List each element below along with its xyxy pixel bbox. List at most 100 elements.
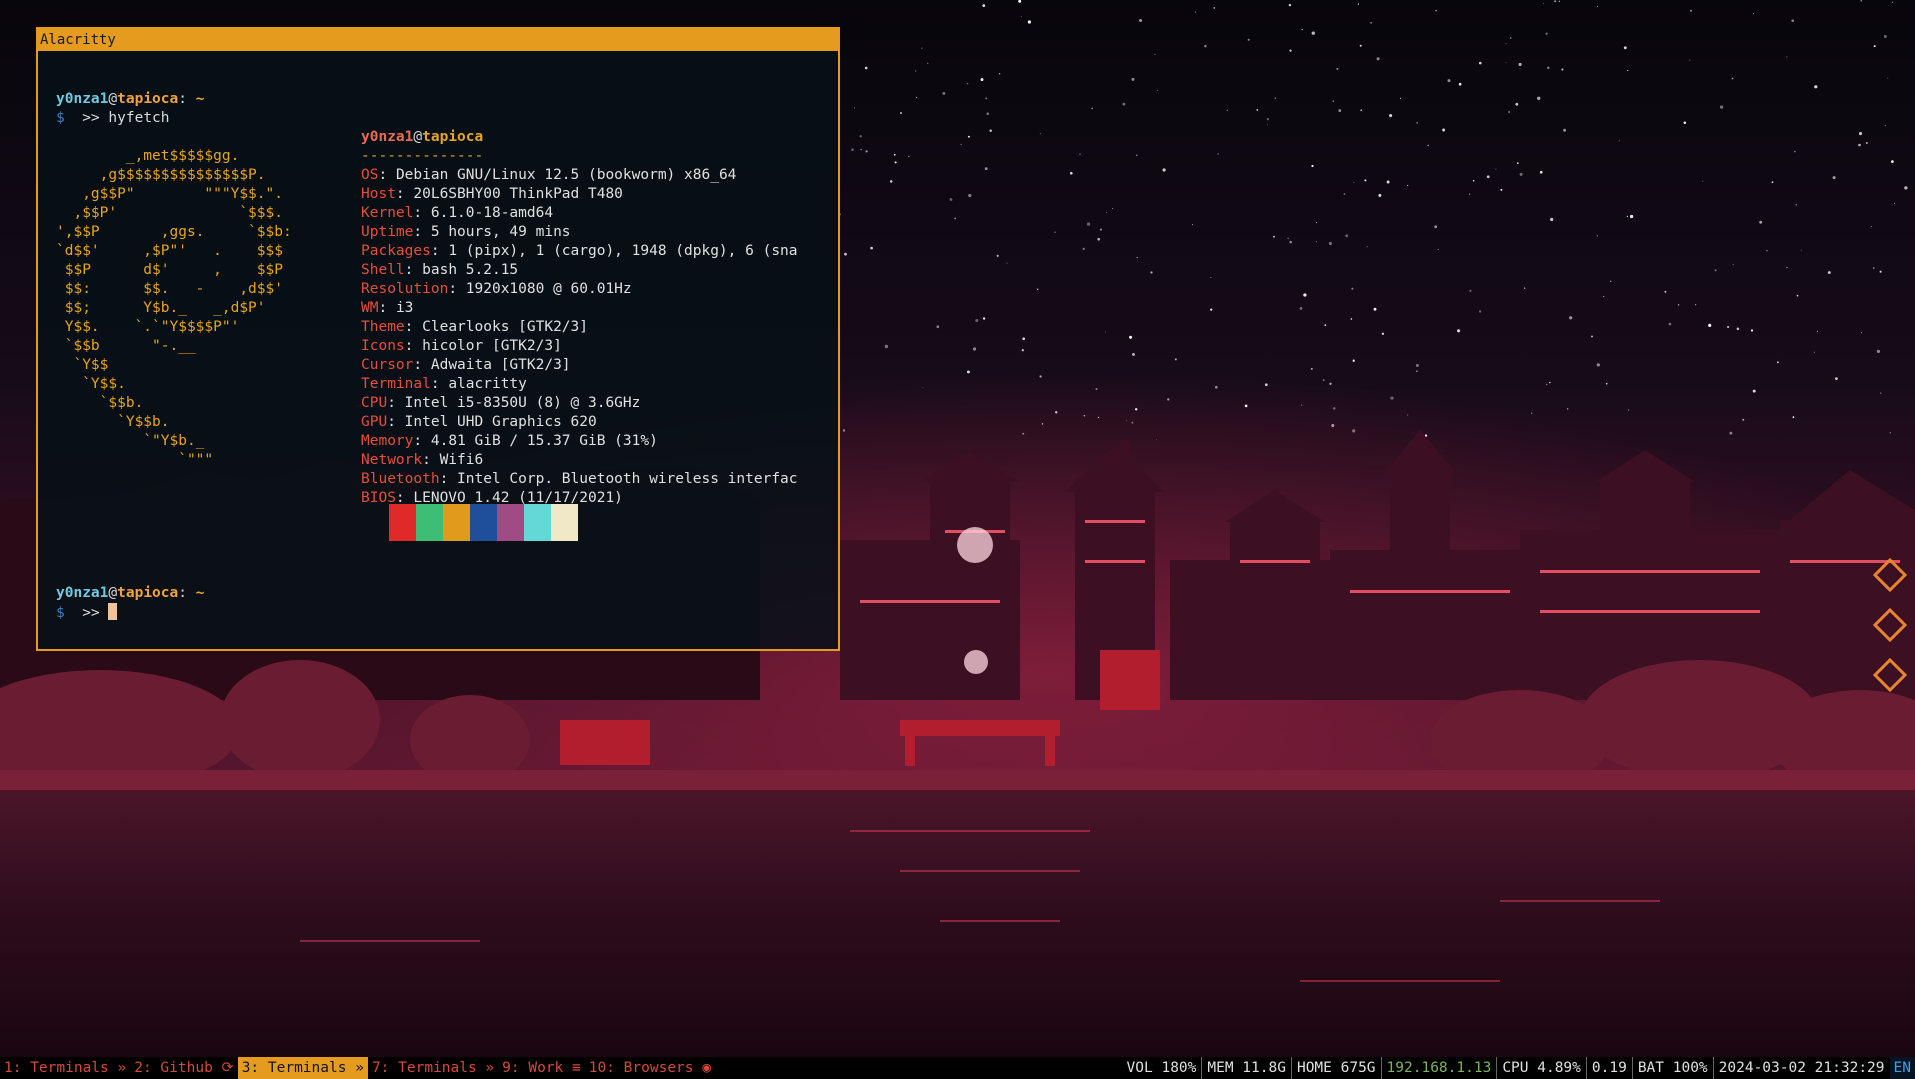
info-value: Clearlooks [GTK2/3] <box>422 319 588 335</box>
info-row: Bluetooth: Intel Corp. Bluetooth wireles… <box>361 470 798 489</box>
workspace-label: 9: Work <box>502 1060 564 1076</box>
prompt-host: tapioca <box>117 585 179 601</box>
info-value: Intel i5-8350U (8) @ 3.6GHz <box>404 395 641 411</box>
prompt-host: tapioca <box>117 91 179 107</box>
logo-line: ,g$$$$$$$$$$$$$$$P. <box>56 167 266 183</box>
logo-line: Y$$. `.`"Y$$$$P"' <box>56 319 240 335</box>
workspace-icon: ◉ <box>693 1060 711 1076</box>
info-value: i3 <box>395 300 414 316</box>
workspace-label: 2: Github <box>134 1060 213 1076</box>
cpu-status: CPU 4.89% <box>1497 1057 1587 1079</box>
workspace-button[interactable]: 1: Terminals » <box>0 1057 130 1079</box>
color-swatch <box>389 504 416 541</box>
prompt-line-2: y0nza1@tapioca: ~ <box>56 584 204 603</box>
volume-status[interactable]: VOL 180% <box>1122 1057 1203 1079</box>
info-value: alacritty <box>448 376 527 392</box>
workspace-label: 3: Terminals <box>241 1060 347 1076</box>
color-swatch <box>470 504 497 541</box>
info-colon: : <box>413 224 431 240</box>
logo-line: `""" <box>56 452 214 468</box>
prompt-colon: : <box>178 91 187 107</box>
logo-line: `$$b "-.__ <box>56 338 196 354</box>
info-row: Theme: Clearlooks [GTK2/3] <box>361 318 588 337</box>
workspace-icon: » <box>346 1060 364 1076</box>
info-value: Intel Corp. Bluetooth wireless interfac <box>457 471 798 487</box>
workspace-label: 1: Terminals <box>4 1060 109 1076</box>
info-key: Cursor <box>361 357 414 373</box>
color-swatch <box>416 504 443 541</box>
prompt-at: @ <box>108 585 118 601</box>
logo-line: ',$$P ,ggs. `$$b: <box>56 224 292 240</box>
info-key: Resolution <box>361 281 449 297</box>
workspace-icon: » <box>108 1060 127 1076</box>
info-value: 5 hours, 49 mins <box>430 224 571 240</box>
info-value: Debian GNU/Linux 12.5 (bookworm) x86_64 <box>395 167 737 183</box>
info-colon: : <box>448 281 466 297</box>
prompt-dir: ~ <box>195 91 205 107</box>
logo-line: `$$b. <box>56 395 144 411</box>
prompt-dollar: $ <box>56 605 65 621</box>
info-value: bash 5.2.15 <box>422 262 519 278</box>
prompt-at: @ <box>108 91 118 107</box>
terminal-window[interactable]: Alacritty y0nza1@tapioca: ~ $ >> hyfetch… <box>36 27 840 651</box>
window-titlebar[interactable]: Alacritty <box>38 29 838 51</box>
info-key: Host <box>361 186 396 202</box>
info-key: Terminal <box>361 376 431 392</box>
logo-line: ,$$P' `$$$. <box>56 205 283 221</box>
info-colon: : <box>404 262 423 278</box>
keyboard-layout-indicator[interactable]: EN <box>1889 1057 1915 1079</box>
prompt-arrow: >> <box>82 605 100 621</box>
info-host: tapioca <box>422 129 484 145</box>
info-row: Shell: bash 5.2.15 <box>361 261 518 280</box>
info-key: Uptime <box>361 224 414 240</box>
info-row: CPU: Intel i5-8350U (8) @ 3.6GHz <box>361 394 640 413</box>
info-value: Intel UHD Graphics 620 <box>404 414 597 430</box>
info-colon: : <box>413 357 431 373</box>
workspace-label: 7: Terminals <box>371 1060 477 1076</box>
command-line: $ >> hyfetch <box>56 109 170 128</box>
workspace-button[interactable]: 2: Github ⟳ <box>130 1057 237 1079</box>
info-colon: : <box>378 167 396 183</box>
info-row: Cursor: Adwaita [GTK2/3] <box>361 356 571 375</box>
info-value: 6.1.0-18-amd64 <box>430 205 554 221</box>
workspace-button[interactable]: 10: Browsers ◉ <box>585 1057 715 1079</box>
info-key: CPU <box>361 395 388 411</box>
info-row: Icons: hicolor [GTK2/3] <box>361 337 562 356</box>
battery-status: BAT 100% <box>1633 1057 1714 1079</box>
info-user: y0nza1 <box>361 129 414 145</box>
info-key: Shell <box>361 262 405 278</box>
prompt-dollar: $ <box>56 110 65 126</box>
info-colon: : <box>387 395 405 411</box>
workspace-button[interactable]: 9: Work ≡ <box>498 1057 585 1079</box>
color-swatch <box>551 504 578 541</box>
info-row: Memory: 4.81 GiB / 15.37 GiB (31%) <box>361 432 658 451</box>
info-colon: : <box>378 300 396 316</box>
logo-line: `d$$' ,$P"' . $$$ <box>56 243 283 259</box>
workspace-button[interactable]: 3: Terminals » <box>237 1057 368 1079</box>
info-row: Resolution: 1920x1080 @ 60.01Hz <box>361 280 632 299</box>
input-line[interactable]: $ >> <box>56 603 118 623</box>
workspace-button[interactable]: 7: Terminals » <box>368 1057 498 1079</box>
info-key: Icons <box>361 338 405 354</box>
info-at: @ <box>413 129 423 145</box>
terminal-body[interactable]: y0nza1@tapioca: ~ $ >> hyfetch _,met$$$$… <box>38 51 838 649</box>
info-key: WM <box>361 300 379 316</box>
prompt-user: y0nza1 <box>56 91 109 107</box>
info-header: y0nza1@tapioca <box>361 128 483 147</box>
info-value: hicolor [GTK2/3] <box>422 338 562 354</box>
workspace-list: 1: Terminals » 2: Github ⟳ 3: Terminals » 7… <box>0 1057 715 1079</box>
logo-line: $$: $$. - ,d$$' <box>56 281 283 297</box>
info-row: Terminal: alacritty <box>361 375 527 394</box>
workspace-icon: » <box>476 1060 495 1076</box>
info-colon: : <box>439 471 458 487</box>
command-text: hyfetch <box>108 110 170 126</box>
info-colon: : <box>430 376 449 392</box>
color-swatch <box>497 504 524 541</box>
logo-line: `Y$$ <box>56 357 109 373</box>
info-value: 4.81 GiB / 15.37 GiB (31%) <box>430 433 658 449</box>
prompt-dir: ~ <box>195 585 205 601</box>
info-colon: : <box>395 186 414 202</box>
load-status: 0.19 <box>1587 1057 1633 1079</box>
info-value: 20L6SBHY00 ThinkPad T480 <box>413 186 623 202</box>
workspace-icon: ≡ <box>563 1060 581 1076</box>
